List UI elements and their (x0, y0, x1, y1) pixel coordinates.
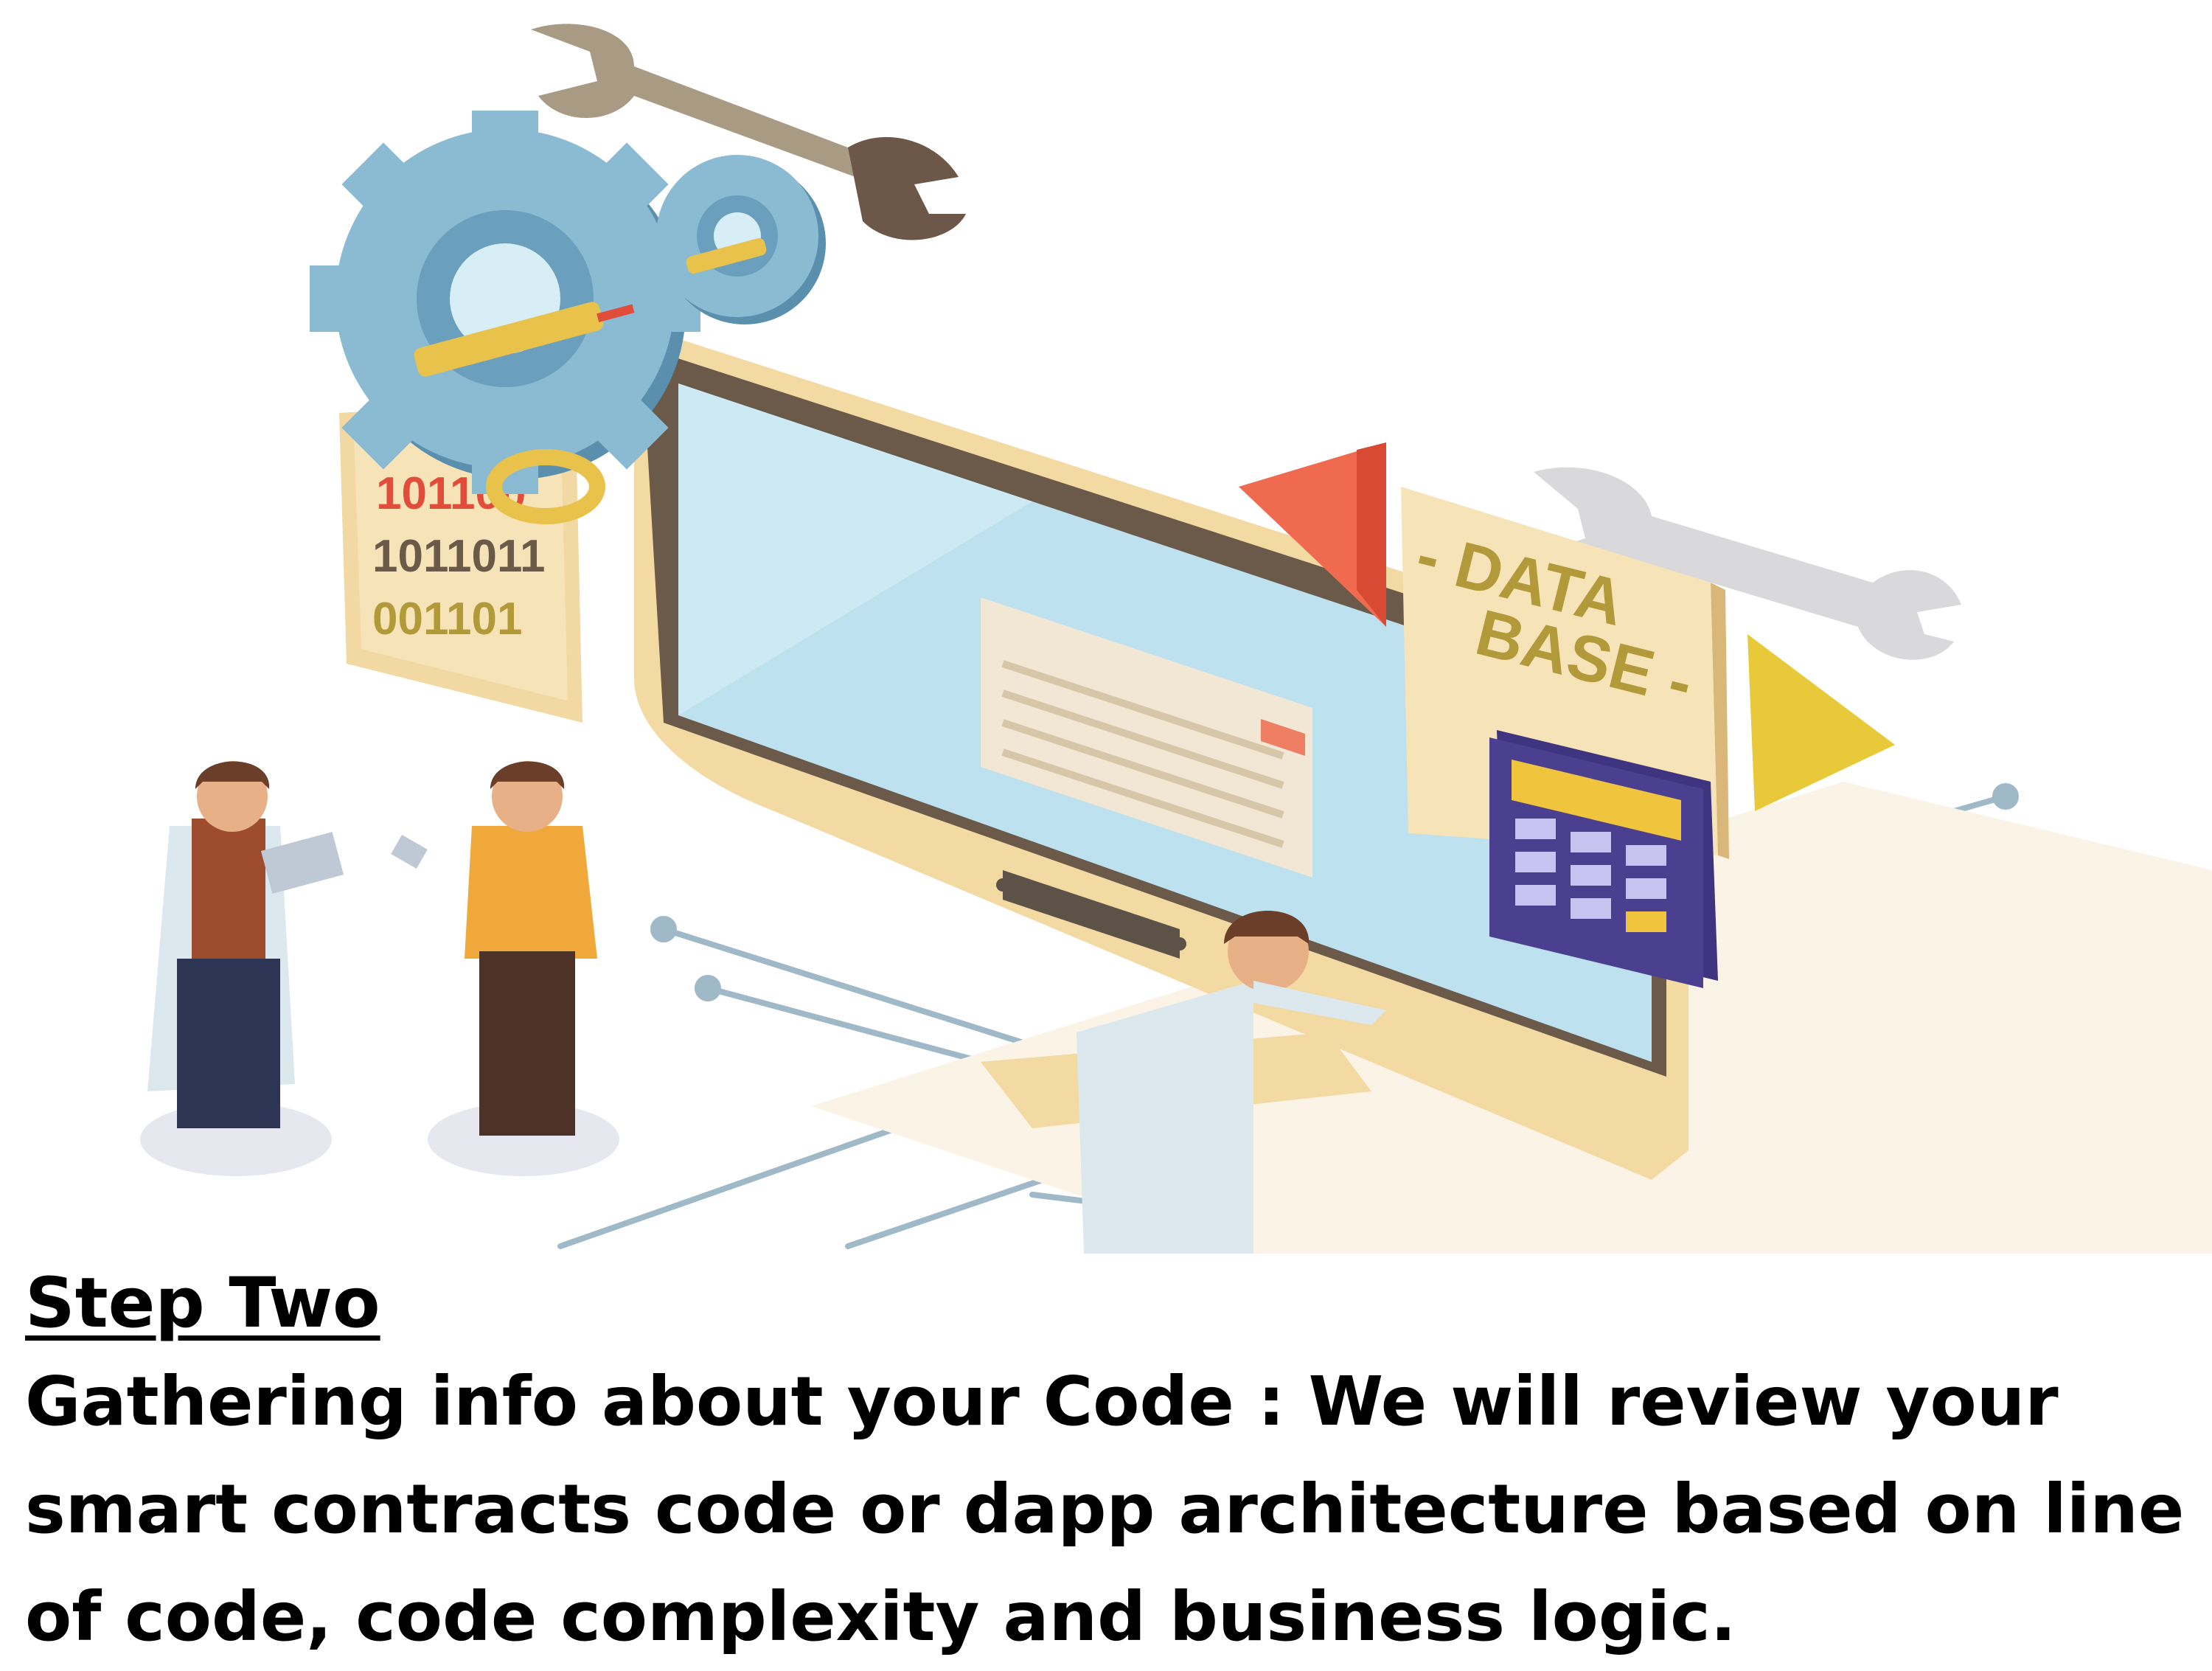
binary-line-2: 1011011 (372, 531, 546, 582)
caption: Step Two Gathering info about your Code … (25, 1260, 2193, 1671)
gear-icon (310, 111, 700, 494)
arrow-right-icon (1747, 634, 1895, 811)
business-person-figure (391, 761, 619, 1176)
step-description: Gathering info about your Code : We will… (25, 1362, 2185, 1656)
isometric-code-review-illustration: 101100 1011011 001101 - DATA BASE - (140, 24, 2212, 1254)
binary-line-3: 001101 (372, 594, 522, 645)
scientist-figure (140, 761, 344, 1176)
step-title: Step Two (25, 1263, 380, 1344)
